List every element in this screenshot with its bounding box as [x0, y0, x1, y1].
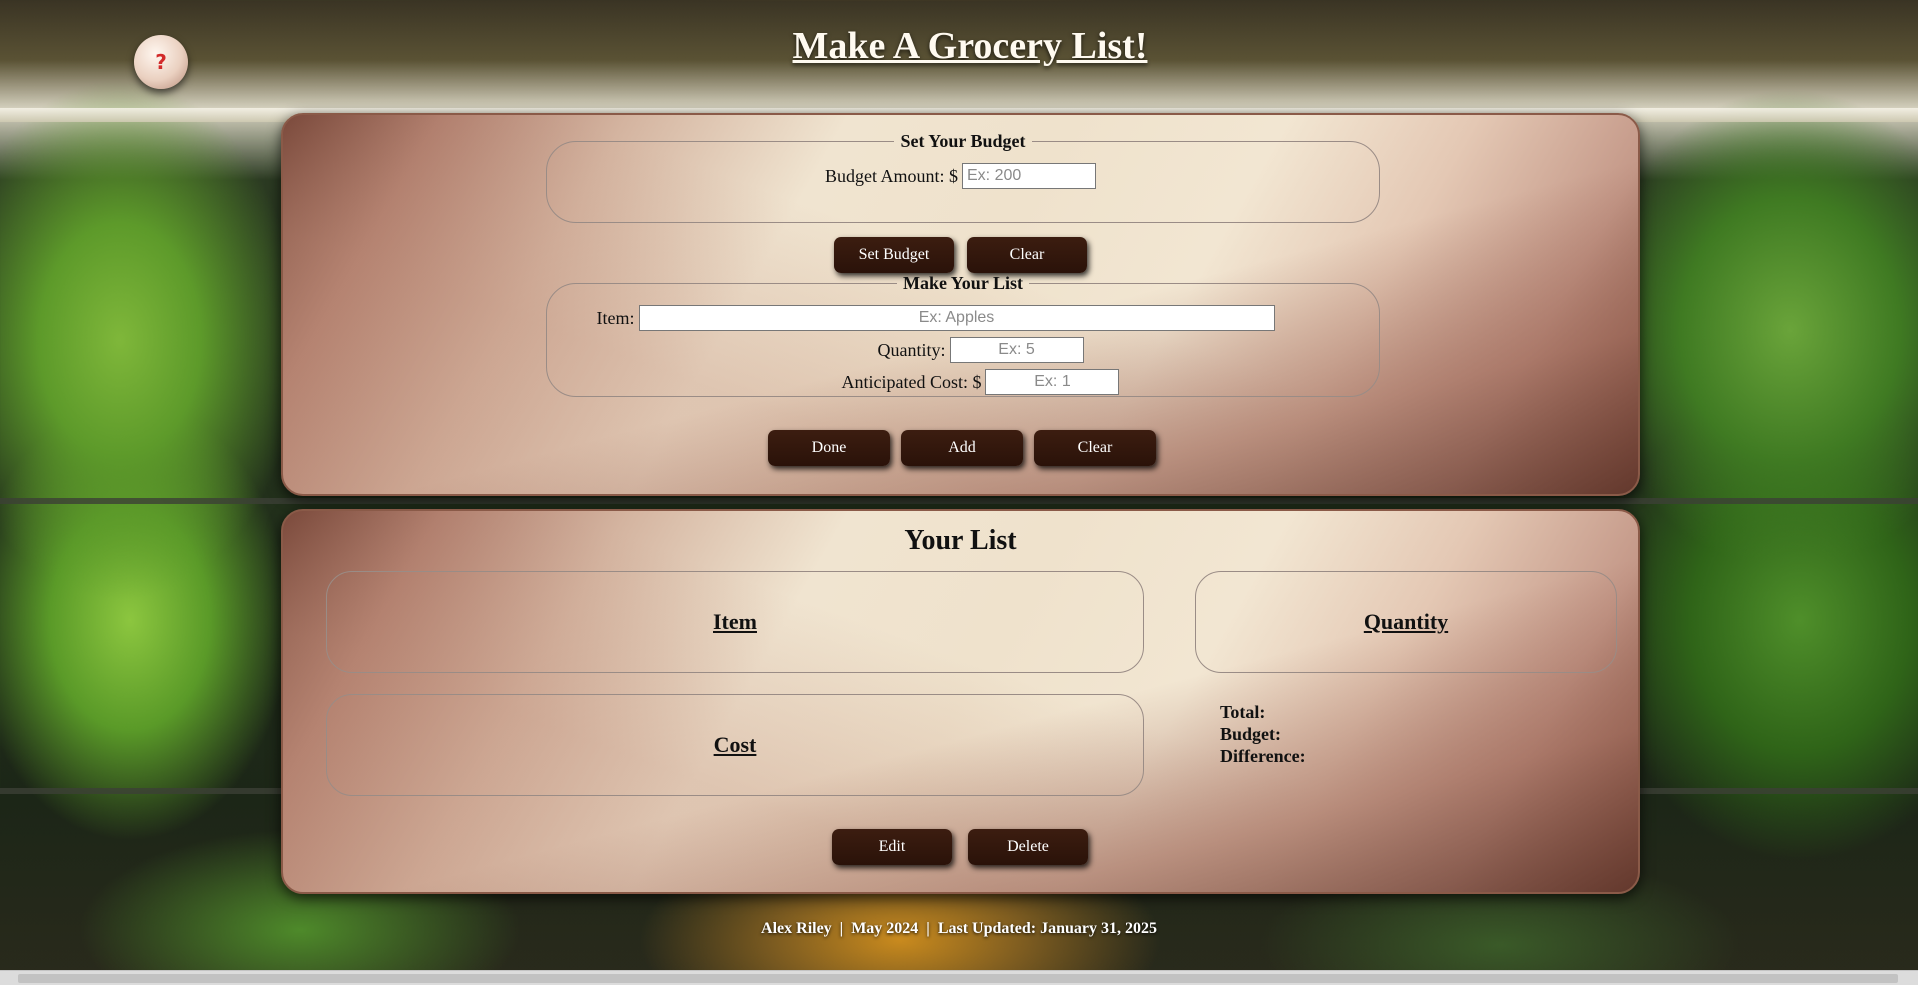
budget-legend: Set Your Budget: [900, 131, 1026, 151]
edit-button[interactable]: Edit: [832, 829, 952, 865]
budget-amount-row: Budget Amount: $: [283, 163, 1638, 189]
list-clear-button[interactable]: Clear: [1034, 430, 1156, 466]
total-label: Total:: [1220, 702, 1266, 722]
item-label: Item:: [596, 307, 635, 328]
cost-column: Cost: [326, 694, 1144, 796]
shelf-divider: [0, 498, 1918, 504]
quantity-column-header: Quantity: [1363, 609, 1449, 634]
budget-clear-button[interactable]: Clear: [967, 237, 1087, 273]
quantity-column: Quantity: [1195, 571, 1617, 673]
budget-amount-input[interactable]: [962, 163, 1096, 189]
difference-label: Difference:: [1220, 746, 1306, 766]
list-legend: Make Your List: [902, 273, 1023, 293]
list-panel: Your List Item Quantity Cost Total: Budg…: [281, 509, 1640, 894]
cost-input[interactable]: [985, 369, 1120, 395]
delete-button[interactable]: Delete: [968, 829, 1088, 865]
page-title: Make A Grocery List!: [792, 25, 1148, 67]
your-list-heading: Your List: [904, 525, 1017, 556]
budget-label: Budget:: [1220, 724, 1282, 744]
footer-credits: Alex Riley | May 2024 | Last Updated: Ja…: [761, 920, 1157, 937]
item-column: Item: [326, 571, 1144, 673]
cost-row: Anticipated Cost: $: [283, 369, 1638, 395]
item-input[interactable]: [638, 305, 1275, 331]
budget-amount-label: Budget Amount: $: [824, 165, 958, 186]
horizontal-scrollbar[interactable]: [0, 970, 1918, 985]
cost-column-header: Cost: [713, 732, 757, 757]
set-budget-button[interactable]: Set Budget: [834, 237, 954, 273]
input-panel: Set Your Budget Budget Amount: $ Set Bud…: [281, 113, 1640, 496]
done-button[interactable]: Done: [768, 430, 890, 466]
cost-label: Anticipated Cost: $: [841, 371, 982, 392]
quantity-input[interactable]: [949, 337, 1084, 363]
quantity-row: Quantity:: [283, 337, 1638, 363]
add-button[interactable]: Add: [901, 430, 1023, 466]
quantity-label: Quantity:: [877, 339, 946, 360]
item-row: Item:: [283, 305, 1638, 331]
budget-summary: Total: Budget: Difference:: [1220, 701, 1306, 767]
item-column-header: Item: [713, 609, 757, 634]
scrollbar-thumb[interactable]: [18, 974, 1898, 983]
